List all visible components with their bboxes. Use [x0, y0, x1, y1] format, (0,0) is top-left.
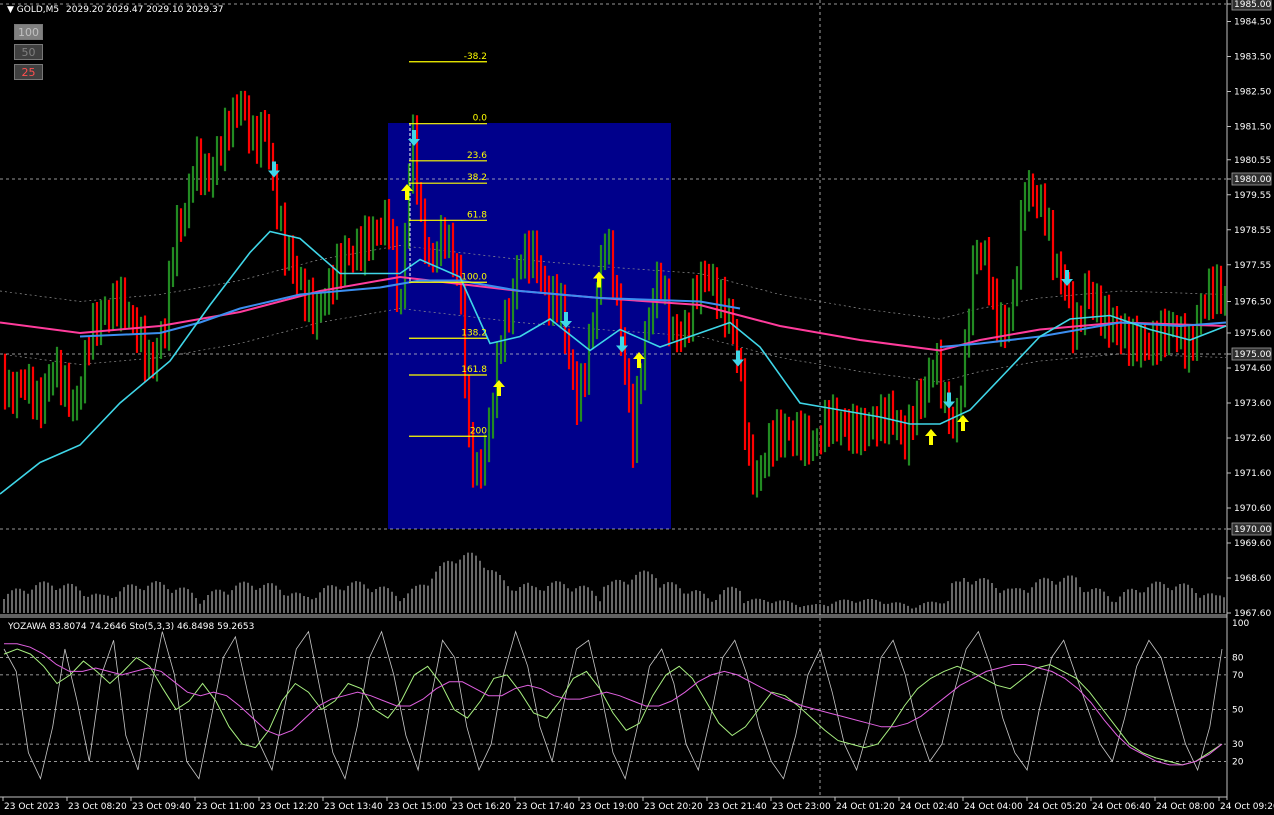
symbol-header: ▼ GOLD,M5 2029.20 2029.47 2029.10 2029.3… — [7, 5, 223, 15]
price-tick-label: 1972.60 — [1234, 434, 1271, 444]
osc-tick-label: 20 — [1232, 757, 1244, 767]
fibo-level-label: 200 — [470, 426, 487, 436]
time-tick-label: 23 Oct 15:00 — [388, 802, 447, 812]
price-tick-label: 1970.00 — [1234, 525, 1271, 535]
ohlc-label: 2029.20 2029.47 2029.10 2029.37 — [66, 5, 224, 15]
indicator-label: YOZAWA 83.8074 74.2646 Sto(5,3,3) 46.849… — [8, 622, 255, 632]
time-tick-label: 23 Oct 2023 — [4, 802, 60, 812]
osc-tick-label: 100 — [1232, 619, 1249, 629]
time-tick-label: 23 Oct 23:00 — [772, 802, 831, 812]
price-tick-label: 1975.60 — [1234, 329, 1271, 339]
price-tick-label: 1979.55 — [1234, 191, 1271, 201]
osc-tick-label: 50 — [1232, 706, 1244, 716]
time-tick-label: 23 Oct 21:40 — [708, 802, 767, 812]
time-tick-label: 23 Oct 12:20 — [260, 802, 319, 812]
time-tick-label: 24 Oct 08:00 — [1156, 802, 1215, 812]
fibo-level-label: 138.2 — [461, 328, 487, 338]
price-tick-label: 1983.50 — [1234, 53, 1271, 63]
time-tick-label: 24 Oct 06:40 — [1092, 802, 1151, 812]
fibo-range-rect[interactable] — [388, 123, 671, 529]
time-tick-label: 23 Oct 19:00 — [580, 802, 639, 812]
time-tick-label: 23 Oct 09:40 — [132, 802, 191, 812]
time-tick-label: 23 Oct 17:40 — [516, 802, 575, 812]
price-tick-label: 1985.00 — [1234, 0, 1271, 10]
price-tick-label: 1978.55 — [1234, 226, 1271, 236]
osc-tick-label: 80 — [1232, 654, 1244, 664]
time-tick-label: 23 Oct 13:40 — [324, 802, 383, 812]
fibo-level-label: 161.8 — [461, 365, 487, 375]
time-tick-label: 24 Oct 02:40 — [900, 802, 959, 812]
fibo-level-label: 100.0 — [461, 272, 487, 282]
time-tick-label: 24 Oct 01:20 — [836, 802, 895, 812]
price-tick-label: 1968.60 — [1234, 574, 1271, 584]
price-tick-label: 1967.60 — [1234, 609, 1271, 619]
price-tick-label: 1975.00 — [1234, 350, 1271, 360]
price-tick-label: 1970.60 — [1234, 504, 1271, 514]
fibo-level-label: 61.8 — [467, 210, 487, 220]
price-tick-label: 1973.60 — [1234, 399, 1271, 409]
fibo-level-label: -38.2 — [464, 52, 487, 62]
time-tick-label: 23 Oct 08:20 — [68, 802, 127, 812]
zoom-25-button[interactable]: 25 — [14, 64, 43, 80]
zoom-50-button[interactable]: 50 — [14, 44, 43, 60]
osc-tick-label: 70 — [1232, 671, 1244, 681]
time-tick-label: 23 Oct 20:20 — [644, 802, 703, 812]
price-tick-label: 1980.55 — [1234, 156, 1271, 166]
price-tick-label: 1971.60 — [1234, 469, 1271, 479]
chart-canvas[interactable]: -38.2 0.0 23.6 38.2 61.8 100.0 138.2 161.8 200 19… — [0, 0, 1274, 815]
time-tick-label: 23 Oct 16:20 — [452, 802, 511, 812]
osc-tick-label: 30 — [1232, 740, 1244, 750]
price-tick-label: 1969.60 — [1234, 539, 1271, 549]
time-tick-label: 24 Oct 05:20 — [1028, 802, 1087, 812]
price-tick-label: 1981.50 — [1234, 123, 1271, 133]
zoom-100-button[interactable]: 100 — [14, 24, 43, 40]
symbol-label: GOLD,M5 — [16, 5, 60, 15]
price-tick-label: 1980.00 — [1234, 175, 1271, 185]
fibo-level-label: 0.0 — [473, 114, 488, 124]
price-tick-label: 1984.50 — [1234, 18, 1271, 28]
fibo-level-label: 38.2 — [467, 173, 487, 183]
time-tick-label: 24 Oct 04:00 — [964, 802, 1023, 812]
fibo-level-label: 23.6 — [467, 151, 487, 161]
price-tick-label: 1982.50 — [1234, 88, 1271, 98]
price-tick-label: 1976.50 — [1234, 298, 1271, 308]
time-tick-label: 24 Oct 09:20 — [1220, 802, 1274, 812]
chart-window[interactable]: -38.2 0.0 23.6 38.2 61.8 100.0 138.2 161.8 200 19… — [0, 0, 1274, 815]
price-tick-label: 1974.60 — [1234, 364, 1271, 374]
dropdown-triangle-icon[interactable]: ▼ — [7, 5, 14, 15]
time-tick-label: 23 Oct 11:00 — [196, 802, 255, 812]
price-tick-label: 1977.55 — [1234, 261, 1271, 271]
